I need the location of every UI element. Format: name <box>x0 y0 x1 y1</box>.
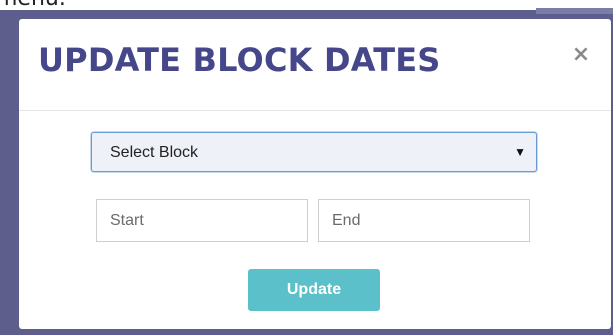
modal-header: UPDATE BLOCK DATES × <box>19 19 611 111</box>
modal-title: UPDATE BLOCK DATES <box>38 41 441 79</box>
end-date-input[interactable] <box>318 199 530 242</box>
close-icon[interactable]: × <box>571 43 591 67</box>
update-block-dates-modal: UPDATE BLOCK DATES × Select Block ▼ Upda… <box>19 19 611 329</box>
backdrop-corner-tab <box>536 8 613 14</box>
update-button[interactable]: Update <box>248 269 380 311</box>
block-select-value: Select Block <box>110 144 199 161</box>
caret-down-icon: ▼ <box>514 145 526 159</box>
block-select[interactable]: Select Block ▼ <box>91 132 537 172</box>
page-top-strip: menu. <box>0 0 613 11</box>
start-date-input[interactable] <box>96 199 308 242</box>
